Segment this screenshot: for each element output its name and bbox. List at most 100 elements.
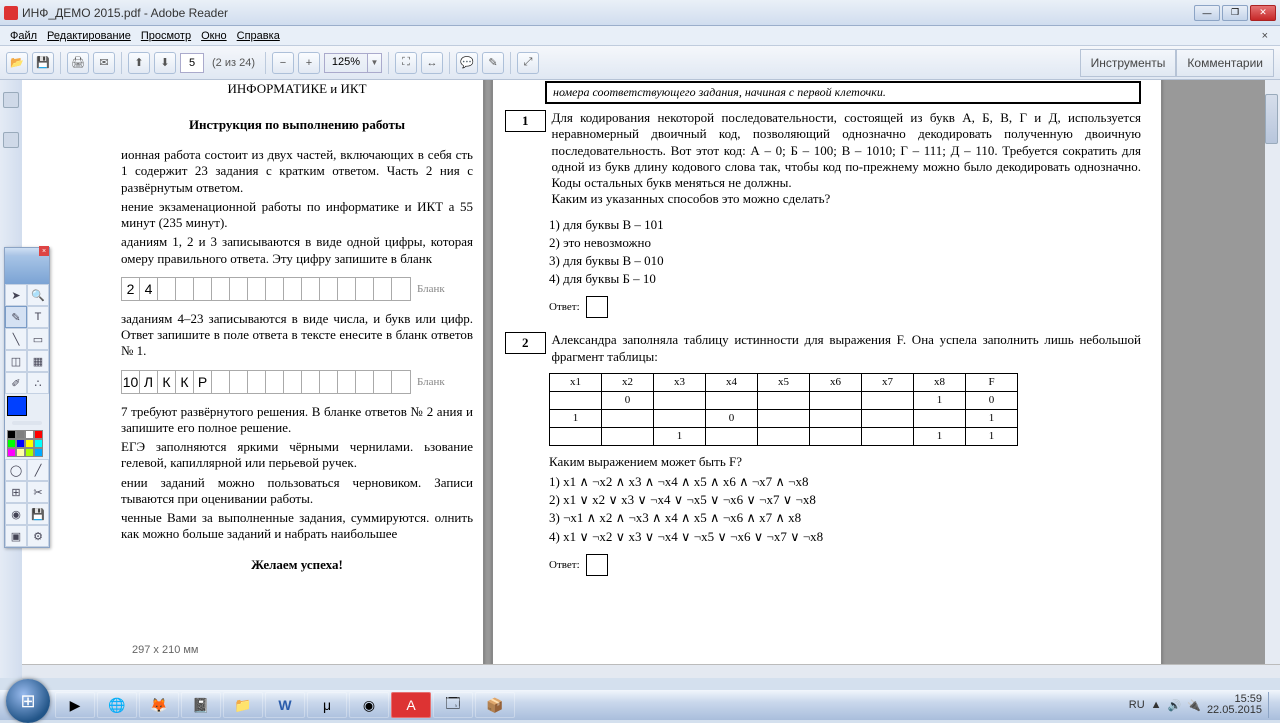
menu-view[interactable]: Просмотр (137, 28, 195, 44)
table-cell (654, 409, 706, 427)
zoom-out-icon[interactable]: − (272, 52, 294, 74)
zoom-tool-icon[interactable]: 🔍 (27, 284, 49, 306)
fit-width-icon[interactable]: ↔ (421, 52, 443, 74)
taskbar-chrome[interactable]: ◉ (349, 692, 389, 718)
thumbnails-icon[interactable] (3, 92, 19, 108)
start-button[interactable]: ⊞ (6, 679, 50, 723)
show-desktop[interactable] (1268, 692, 1276, 718)
color-swatch[interactable] (16, 448, 25, 457)
menubar-close[interactable]: × (1258, 28, 1274, 44)
table-cell (602, 409, 654, 427)
color-swatch[interactable] (34, 448, 43, 457)
misc2-tool-icon[interactable]: ✂ (27, 481, 49, 503)
vertical-scrollbar[interactable] (1265, 80, 1280, 678)
taskbar-app2[interactable]: 📦 (475, 692, 515, 718)
save-icon[interactable]: 💾 (32, 52, 54, 74)
tray-date[interactable]: 22.05.2015 (1207, 705, 1262, 716)
color-swatch[interactable] (25, 430, 34, 439)
rect-tool-icon[interactable]: ▭ (27, 328, 49, 350)
zoom-in-icon[interactable]: + (298, 52, 320, 74)
pencil-tool-icon[interactable]: ✎ (5, 306, 27, 328)
taskbar-app[interactable]: 🗔 (433, 692, 473, 718)
brush-tool-icon[interactable]: ╲ (5, 328, 27, 350)
horizontal-scrollbar[interactable] (22, 664, 1280, 678)
document-viewport[interactable]: ИНФОРМАТИКЕ и ИКТ Инструкция по выполнен… (22, 80, 1280, 678)
grid-cell (320, 371, 338, 393)
comments-panel-button[interactable]: Комментарии (1176, 49, 1274, 77)
arrow-tool-icon[interactable]: ➤ (5, 284, 27, 306)
capture-tool-icon[interactable]: ◉ (5, 503, 27, 525)
taskbar-ie[interactable]: 🌐 (97, 692, 137, 718)
taskbar-notes[interactable]: 📓 (181, 692, 221, 718)
eraser-tool-icon[interactable]: ◫ (5, 350, 27, 372)
color-swatch[interactable] (7, 448, 16, 457)
minimize-button[interactable]: — (1194, 5, 1220, 21)
line-tool-icon[interactable]: ╱ (27, 459, 49, 481)
fit-page-icon[interactable]: ⛶ (395, 52, 417, 74)
color-swatch[interactable] (16, 439, 25, 448)
color-swatch[interactable] (34, 439, 43, 448)
print-icon[interactable]: 🖨 (67, 52, 89, 74)
page-left: ИНФОРМАТИКЕ и ИКТ Инструкция по выполнен… (22, 80, 484, 676)
read-mode-icon[interactable]: ⤢ (517, 52, 539, 74)
grid-cell: Л (140, 371, 158, 393)
highlight-icon[interactable]: ✎ (482, 52, 504, 74)
tray-flag-icon[interactable]: ▲ (1151, 699, 1162, 711)
open-icon[interactable]: 📂 (6, 52, 28, 74)
fill-tool-icon[interactable]: ▦ (27, 350, 49, 372)
grid-cell: К (176, 371, 194, 393)
menu-file[interactable]: Файл (6, 28, 41, 44)
system-tray[interactable]: RU ▲ 🔊 🔌 15:59 22.05.2015 (1129, 692, 1280, 718)
taskbar-word[interactable]: W (265, 692, 305, 718)
grid-cell: 4 (140, 278, 158, 300)
taskbar[interactable]: ⊞ ▶ 🌐 🦊 📓 📁 W μ ◉ A 🗔 📦 RU ▲ 🔊 🔌 15:59 2… (0, 690, 1280, 720)
maximize-button[interactable]: ❐ (1222, 5, 1248, 21)
color-swatch[interactable] (16, 430, 25, 439)
menu-edit[interactable]: Редактирование (43, 28, 135, 44)
menu-help[interactable]: Справка (233, 28, 284, 44)
misc-tool-icon[interactable]: ⊞ (5, 481, 27, 503)
taskbar-media[interactable]: ▶ (55, 692, 95, 718)
zoom-value[interactable]: 125% (324, 53, 368, 73)
taskbar-reader[interactable]: A (391, 692, 431, 718)
color-swatch[interactable] (25, 439, 34, 448)
color-swatch[interactable] (25, 448, 34, 457)
tray-sound-icon[interactable]: 🔊 (1168, 699, 1182, 712)
color-swatch[interactable] (7, 430, 16, 439)
current-color[interactable] (7, 396, 27, 416)
tray-lang[interactable]: RU (1129, 699, 1145, 711)
save-tool-icon[interactable]: 💾 (27, 503, 49, 525)
color-swatch[interactable] (34, 430, 43, 439)
picker-tool-icon[interactable]: ✐ (5, 372, 27, 394)
taskbar-explorer[interactable]: 📁 (223, 692, 263, 718)
grid-cell: 10 (122, 371, 140, 393)
page-number-input[interactable] (180, 53, 204, 73)
answer-box[interactable] (586, 296, 608, 318)
page-down-icon[interactable]: ⬇ (154, 52, 176, 74)
palette-header[interactable]: × (5, 248, 49, 256)
color-grid[interactable] (5, 428, 49, 459)
zoom-dropdown-icon[interactable]: ▼ (368, 53, 382, 73)
attachments-icon[interactable] (3, 132, 19, 148)
tools-panel-button[interactable]: Инструменты (1080, 49, 1177, 77)
page-up-icon[interactable]: ⬆ (128, 52, 150, 74)
shape-tool-icon[interactable]: ◯ (5, 459, 27, 481)
taskbar-utorrent[interactable]: μ (307, 692, 347, 718)
taskbar-firefox[interactable]: 🦊 (139, 692, 179, 718)
toggle-tool-icon[interactable]: ▣ (5, 525, 27, 547)
spray-tool-icon[interactable]: ∴ (27, 372, 49, 394)
close-button[interactable]: ✕ (1250, 5, 1276, 21)
page-count: (2 из 24) (212, 57, 255, 69)
menu-window[interactable]: Окно (197, 28, 231, 44)
tray-network-icon[interactable]: 🔌 (1187, 699, 1201, 712)
comment-icon[interactable]: 💬 (456, 52, 478, 74)
answer-box[interactable] (586, 554, 608, 576)
mail-icon[interactable]: ✉ (93, 52, 115, 74)
scroll-thumb[interactable] (1265, 94, 1278, 144)
settings-tool-icon[interactable]: ⚙ (27, 525, 49, 547)
drawing-palette[interactable]: × ➤🔍 ✎T ╲▭ ◫▦ ✐∴ ◯╱ ⊞✂ ◉💾 ▣⚙ (4, 247, 50, 548)
size-slider[interactable] (12, 421, 42, 425)
palette-close-icon[interactable]: × (39, 246, 49, 256)
color-swatch[interactable] (7, 439, 16, 448)
text-tool-icon[interactable]: T (27, 306, 49, 328)
